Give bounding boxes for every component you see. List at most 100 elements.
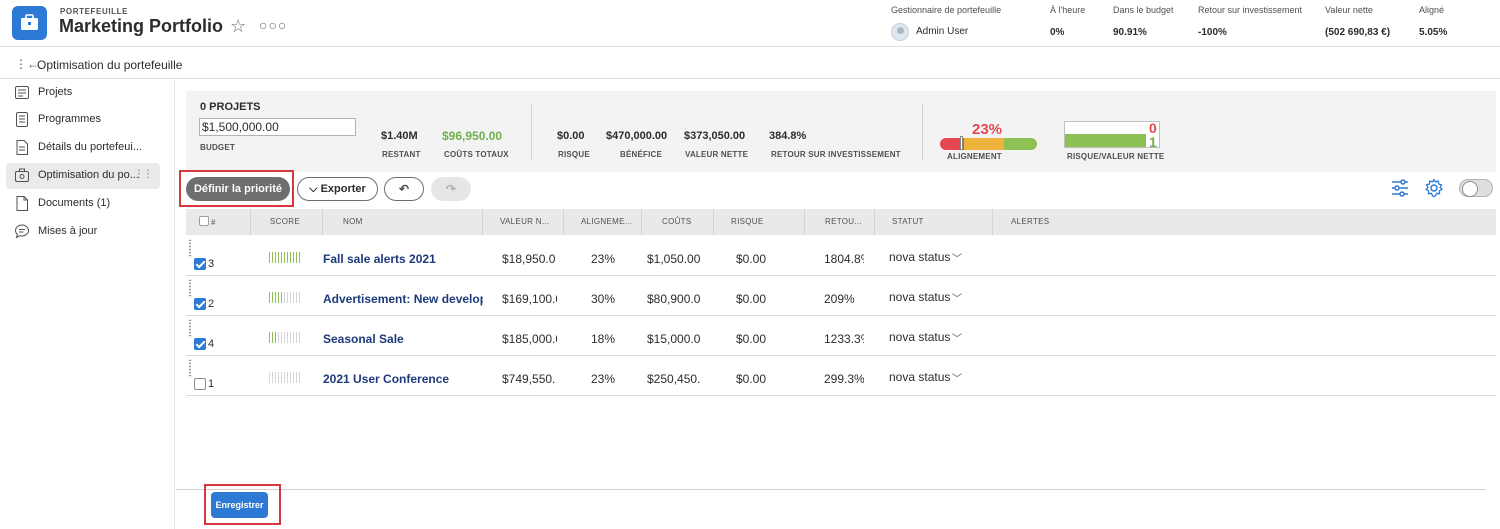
cell-status[interactable]: nova status: [889, 330, 950, 344]
drag-handle-icon[interactable]: ⋮⋮: [134, 169, 153, 180]
redo-icon: ↷: [445, 182, 457, 196]
filter-sliders-icon[interactable]: [1390, 178, 1410, 198]
sidebar-item-updates[interactable]: Mises à jour: [6, 219, 160, 245]
cell-net-value: $749,550.: [502, 372, 556, 386]
table-header: # SCORE NOM VALEUR N... ALIGNEME... COÛT…: [186, 209, 1496, 235]
table-row[interactable]: 3 Fall sale alerts 2021 $18,950.0 23% $1…: [186, 236, 1496, 276]
table-row[interactable]: 2 Advertisement: New developm $169,100.0…: [186, 276, 1496, 316]
collapse-panel-icon[interactable]: ⋮←: [15, 57, 39, 71]
column-divider: [641, 209, 642, 235]
sidebar-item-optimization[interactable]: Optimisation du po... ⋮⋮: [6, 163, 160, 189]
cell-status[interactable]: nova status: [889, 370, 950, 384]
score-bar: [269, 372, 300, 383]
stat-label-in-budget: Dans le budget: [1113, 5, 1174, 15]
gear-icon[interactable]: [1424, 178, 1444, 198]
column-divider: [563, 209, 564, 235]
row-checkbox[interactable]: [194, 298, 206, 310]
chevron-down-icon[interactable]: ﹀: [952, 370, 962, 385]
column-score[interactable]: SCORE: [270, 217, 300, 226]
stat-label-on-time: À l'heure: [1050, 5, 1086, 15]
project-name-link[interactable]: Seasonal Sale: [323, 332, 483, 346]
briefcase-icon: [12, 6, 47, 40]
save-button[interactable]: Enregistrer: [211, 492, 268, 518]
total-costs-value: $96,950.00: [442, 129, 503, 143]
avatar: [891, 23, 909, 41]
cell-risk: $0.00: [736, 252, 767, 266]
sidebar-item-details[interactable]: Détails du portefeui...: [6, 135, 160, 161]
alignment-label: ALIGNEMENT: [947, 152, 1002, 161]
sidebar-item-label: Mises à jour: [38, 225, 98, 237]
cell-net-value: $169,100.0: [502, 292, 557, 306]
view-toggle[interactable]: [1459, 179, 1493, 197]
stat-label-manager: Gestionnaire de portefeuille: [891, 5, 1002, 15]
row-drag-handle[interactable]: [188, 319, 192, 337]
star-icon[interactable]: ☆: [230, 17, 246, 35]
column-alerts[interactable]: ALERTES: [1011, 217, 1049, 226]
sidebar-item-documents[interactable]: Documents (1): [6, 191, 160, 217]
sidebar-item-label: Détails du portefeui...: [38, 141, 142, 153]
cell-risk: $0.00: [736, 332, 767, 346]
projects-icon: [15, 86, 29, 99]
cell-alignment: 30%: [591, 292, 616, 306]
column-net-value[interactable]: VALEUR N...: [500, 217, 549, 226]
more-options-icon[interactable]: ○○○: [259, 17, 287, 33]
stat-value-roi: -100%: [1198, 27, 1227, 38]
table-row[interactable]: 4 Seasonal Sale $185,000.0 18% $15,000.0…: [186, 316, 1496, 356]
sidebar-item-label: Documents (1): [38, 197, 111, 209]
column-status[interactable]: STATUT: [892, 217, 924, 226]
row-drag-handle[interactable]: [188, 279, 192, 297]
chevron-down-icon[interactable]: ﹀: [952, 290, 962, 305]
row-drag-handle[interactable]: [188, 239, 192, 257]
sidebar-item-label: Programmes: [38, 113, 101, 125]
undo-icon: ↶: [398, 182, 410, 196]
cell-status[interactable]: nova status: [889, 250, 950, 264]
column-divider: [713, 209, 714, 235]
details-icon: [16, 140, 28, 155]
project-name-link[interactable]: 2021 User Conference: [323, 372, 483, 386]
project-name-link[interactable]: Advertisement: New developm: [323, 292, 483, 306]
comment-icon: [15, 224, 29, 239]
column-roi[interactable]: RETOU...: [825, 217, 862, 226]
cell-roi: 1804.8%: [824, 252, 864, 266]
table-row[interactable]: 1 2021 User Conference $749,550. 23% $25…: [186, 356, 1496, 396]
row-rank: 4: [208, 338, 215, 350]
row-drag-handle[interactable]: [188, 359, 192, 377]
cell-costs: $1,050.00: [647, 252, 701, 266]
row-checkbox[interactable]: [194, 338, 206, 350]
budget-input[interactable]: [199, 118, 356, 136]
redo-button[interactable]: ↷: [431, 177, 471, 201]
sidebar-item-programs[interactable]: Programmes: [6, 107, 160, 133]
column-rank[interactable]: #: [211, 218, 216, 227]
project-name-link[interactable]: Fall sale alerts 2021: [323, 252, 483, 266]
row-checkbox[interactable]: [194, 258, 206, 270]
risk-net-fill: [1065, 134, 1146, 147]
alignment-gauge: [940, 138, 1037, 150]
column-name[interactable]: NOM: [343, 217, 363, 226]
gauge-segment-high: [1004, 138, 1037, 150]
set-priority-button[interactable]: Définir la priorité: [186, 177, 290, 201]
row-rank: 1: [208, 378, 215, 390]
chevron-down-icon[interactable]: ﹀: [952, 250, 962, 265]
sidebar-item-projects[interactable]: Projets: [6, 80, 160, 106]
footer-divider: [176, 489, 1486, 490]
remaining-label: RESTANT: [382, 150, 421, 159]
undo-button[interactable]: ↶: [384, 177, 424, 201]
document-icon: [16, 196, 28, 211]
export-button[interactable]: ⌵ Exporter: [297, 177, 378, 201]
column-alignment[interactable]: ALIGNEME...: [581, 217, 632, 226]
sidebar: Projets Programmes Détails du portefeui.…: [0, 80, 175, 529]
net-value-label: VALEUR NETTE: [685, 150, 749, 159]
column-risk[interactable]: RISQUE: [731, 217, 763, 226]
chevron-down-icon[interactable]: ﹀: [952, 330, 962, 345]
row-checkbox[interactable]: [194, 378, 206, 390]
select-all-checkbox[interactable]: [199, 216, 209, 226]
manager-name[interactable]: Admin User: [916, 26, 968, 37]
stat-value-in-budget: 90.91%: [1113, 27, 1147, 38]
summary-divider: [531, 103, 532, 161]
alignment-percentage: 23%: [972, 121, 1003, 138]
risk-value: $0.00: [557, 130, 585, 142]
column-costs[interactable]: COÛTS: [662, 217, 692, 226]
score-bar: [269, 332, 300, 343]
cell-status[interactable]: nova status: [889, 290, 950, 304]
cell-roi: 299.3%: [824, 372, 864, 386]
